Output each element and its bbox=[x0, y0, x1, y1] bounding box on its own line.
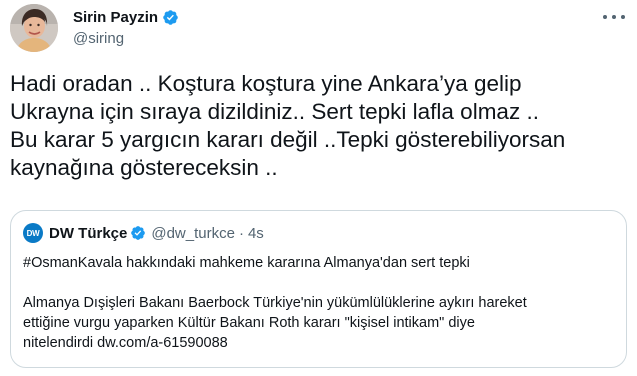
more-dot bbox=[612, 15, 616, 19]
author-name[interactable]: Sirin Payzin bbox=[73, 9, 158, 26]
quoted-tweet-header: DW DW Türkçe @dw_turkce · 4s bbox=[23, 223, 614, 243]
verified-badge-icon bbox=[163, 9, 178, 25]
more-options-icon[interactable] bbox=[603, 12, 625, 22]
avatar[interactable] bbox=[10, 4, 58, 52]
verified-badge-icon bbox=[131, 226, 146, 240]
tweet-text: Hadi oradan .. Koştura koştura yine Anka… bbox=[10, 71, 566, 180]
dw-logo-text: DW bbox=[26, 228, 40, 238]
quoted-timestamp[interactable]: 4s bbox=[248, 225, 264, 242]
quoted-author-name[interactable]: DW Türkçe bbox=[49, 225, 127, 242]
tweet-card: Sirin Payzin @siring Hadi oradan .. Koşt… bbox=[0, 0, 637, 376]
quoted-tweet[interactable]: DW DW Türkçe @dw_turkce · 4s #OsmanKaval… bbox=[10, 210, 627, 368]
separator-dot: · bbox=[238, 224, 244, 242]
author-name-row: Sirin Payzin bbox=[73, 7, 179, 27]
author-block: Sirin Payzin @siring bbox=[73, 7, 179, 47]
author-handle[interactable]: @siring bbox=[73, 30, 179, 47]
quoted-tweet-text: #OsmanKavala hakkındaki mahkeme kararına… bbox=[23, 255, 527, 351]
more-dot bbox=[603, 15, 607, 19]
quoted-author-handle[interactable]: @dw_turkce bbox=[151, 225, 235, 242]
more-dot bbox=[621, 15, 625, 19]
quoted-avatar[interactable]: DW bbox=[23, 223, 43, 243]
avatar-photo bbox=[10, 4, 58, 52]
